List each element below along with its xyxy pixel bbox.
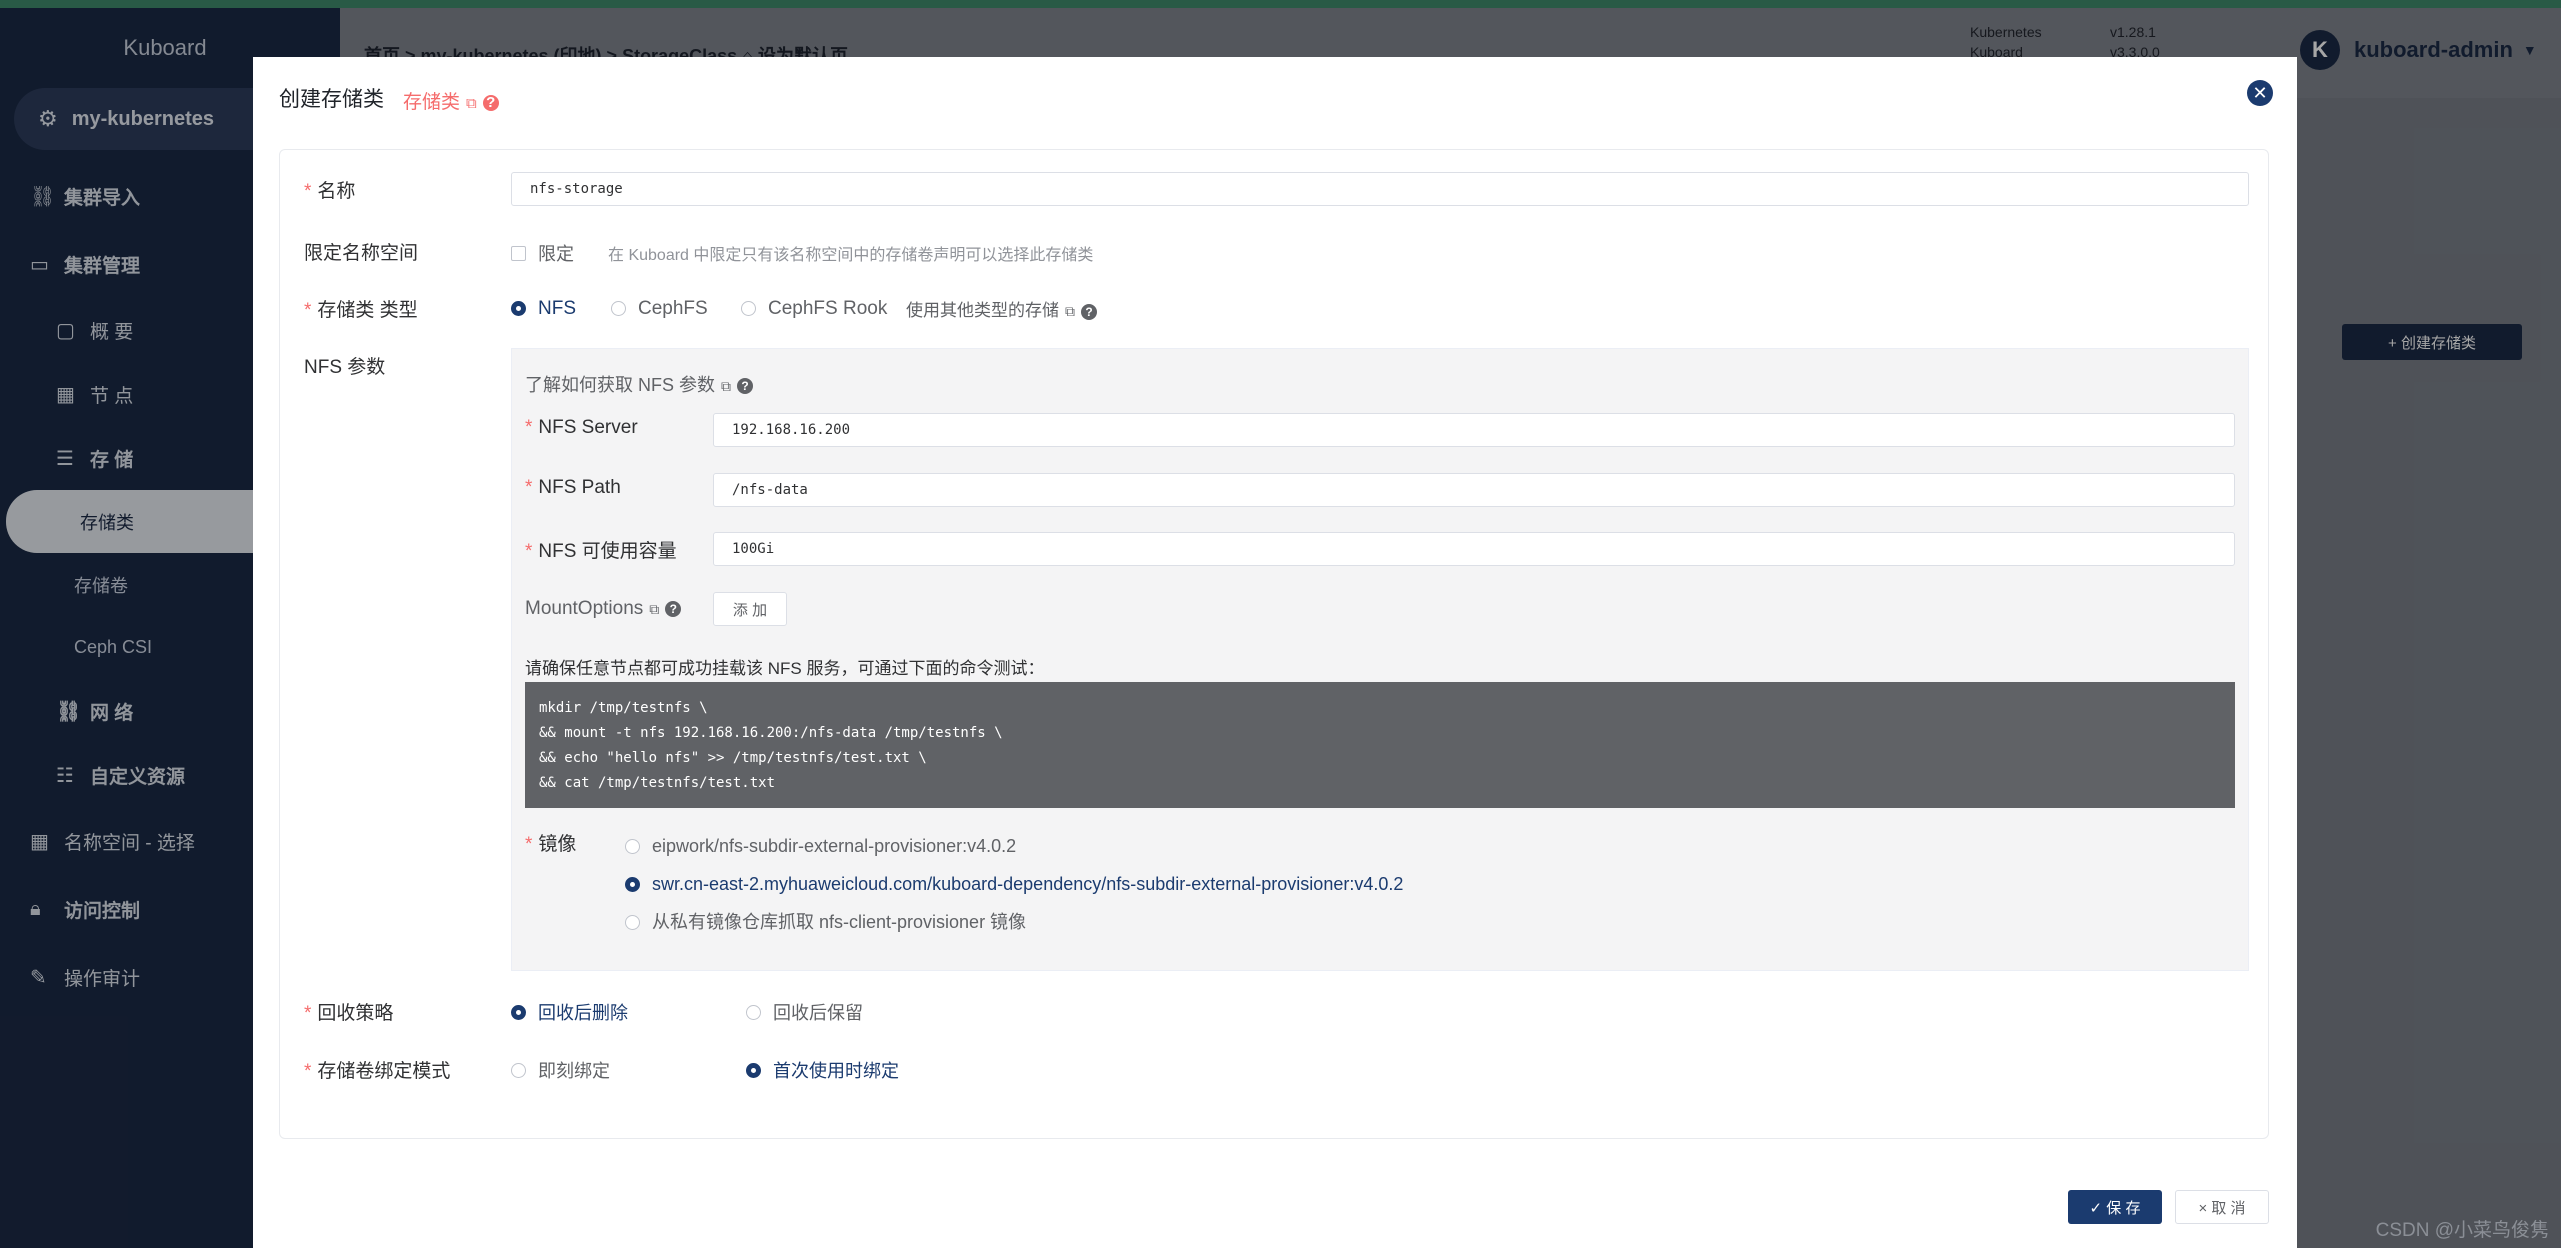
image-label: * 镜像	[525, 834, 577, 855]
reclaim-policy-label: * 回收策略	[304, 1003, 394, 1024]
namespace-limit-row: 限定 在 Kuboard 中限定只有该名称空间中的存储卷声明可以选择此存储类	[511, 240, 1093, 266]
namespace-limit-hint: 在 Kuboard 中限定只有该名称空间中的存储卷声明可以选择此存储类	[608, 247, 1094, 264]
cancel-button[interactable]: × 取 消	[2175, 1190, 2269, 1224]
binding-radio-immediate[interactable]: 即刻绑定	[511, 1057, 746, 1083]
watermark: CSDN @小菜鸟俊隽	[2375, 1220, 2549, 1241]
create-storageclass-dialog: 创建存储类 存储类 ⧉? ✕ * 名称 nfs-storage 限定名称空间 限定 …	[253, 57, 2297, 1248]
doc-link-label: 存储类	[403, 92, 461, 113]
nfs-params-box: 了解如何获取 NFS 参数 ⧉? * NFS Server 192.168.16.2…	[511, 348, 2249, 971]
type-radio-nfs[interactable]: NFS	[511, 298, 611, 320]
close-icon[interactable]: ✕	[2247, 80, 2273, 106]
help-icon: ?	[1081, 303, 1097, 320]
save-button[interactable]: ✓ 保 存	[2068, 1190, 2162, 1224]
dialog-title: 创建存储类	[279, 88, 384, 111]
binding-mode-label: * 存储卷绑定模式	[304, 1061, 451, 1082]
nfs-server-input[interactable]: 192.168.16.200	[713, 413, 2235, 447]
external-link-icon: ⧉	[721, 378, 732, 394]
binding-radio-group: 即刻绑定 首次使用时绑定	[511, 1057, 899, 1083]
external-link-icon: ⧉	[466, 95, 477, 112]
nfs-path-input[interactable]: /nfs-data	[713, 473, 2235, 507]
binding-radio-wait-first-consumer[interactable]: 首次使用时绑定	[746, 1057, 899, 1083]
nfs-params-label: NFS 参数	[304, 357, 386, 378]
reclaim-radio-group: 回收后删除 回收后保留	[511, 999, 863, 1025]
external-link-icon: ⧉	[649, 601, 660, 617]
external-link-icon: ⧉	[1065, 303, 1075, 319]
reclaim-radio-retain[interactable]: 回收后保留	[746, 999, 863, 1025]
other-storage-link[interactable]: 使用其他类型的存储 ⧉?	[906, 296, 1097, 321]
nfs-path-label: * NFS Path	[525, 477, 621, 498]
type-label: * 存储类 类型	[304, 300, 418, 321]
dialog-header: 创建存储类 存储类 ⧉? ✕	[253, 57, 2297, 137]
mount-test-code: mkdir /tmp/testnfs \ && mount -t nfs 192…	[525, 682, 2235, 808]
nfs-howto-link[interactable]: 了解如何获取 NFS 参数 ⧉?	[525, 371, 754, 397]
type-radio-cephfs[interactable]: CephFS	[611, 298, 741, 320]
help-icon: ?	[737, 378, 754, 395]
name-label: * 名称	[304, 181, 356, 202]
nfs-server-label: * NFS Server	[525, 417, 638, 438]
mount-test-note: 请确保任意节点都可成功挂载该 NFS 服务，可通过下面的命令测试：	[525, 659, 1045, 678]
image-radio-private[interactable]: 从私有镜像仓库抓取 nfs-client-provisioner 镜像	[625, 905, 1026, 940]
reclaim-radio-delete[interactable]: 回收后删除	[511, 999, 746, 1025]
form-panel: * 名称 nfs-storage 限定名称空间 限定 在 Kuboard 中限定只…	[279, 149, 2269, 1139]
nfs-capacity-label: * NFS 可使用容量	[525, 541, 677, 562]
type-radio-group: NFS CephFS CephFS Rook 使用其他类型的存储 ⧉?	[511, 296, 1097, 321]
nfs-capacity-input[interactable]: 100Gi	[713, 532, 2235, 566]
storageclass-doc-link[interactable]: 存储类 ⧉?	[403, 87, 499, 114]
checkbox-label: 限定	[538, 244, 574, 264]
mount-options-label: MountOptions ⧉?	[525, 598, 682, 620]
namespace-limit-label: 限定名称空间	[304, 243, 419, 264]
image-radio-huaweicloud[interactable]: swr.cn-east-2.myhuaweicloud.com/kuboard-…	[625, 867, 1403, 902]
namespace-limit-checkbox[interactable]: 限定	[511, 240, 574, 266]
help-icon[interactable]: ?	[482, 94, 499, 111]
mount-options-add-button[interactable]: 添 加	[713, 592, 787, 626]
type-radio-cephfs-rook[interactable]: CephFS Rook	[741, 298, 906, 320]
image-radio-group: eipwork/nfs-subdir-external-provisioner:…	[625, 829, 1403, 943]
help-icon[interactable]: ?	[665, 600, 682, 617]
image-radio-eipwork[interactable]: eipwork/nfs-subdir-external-provisioner:…	[625, 829, 1016, 864]
name-input[interactable]: nfs-storage	[511, 172, 2249, 206]
